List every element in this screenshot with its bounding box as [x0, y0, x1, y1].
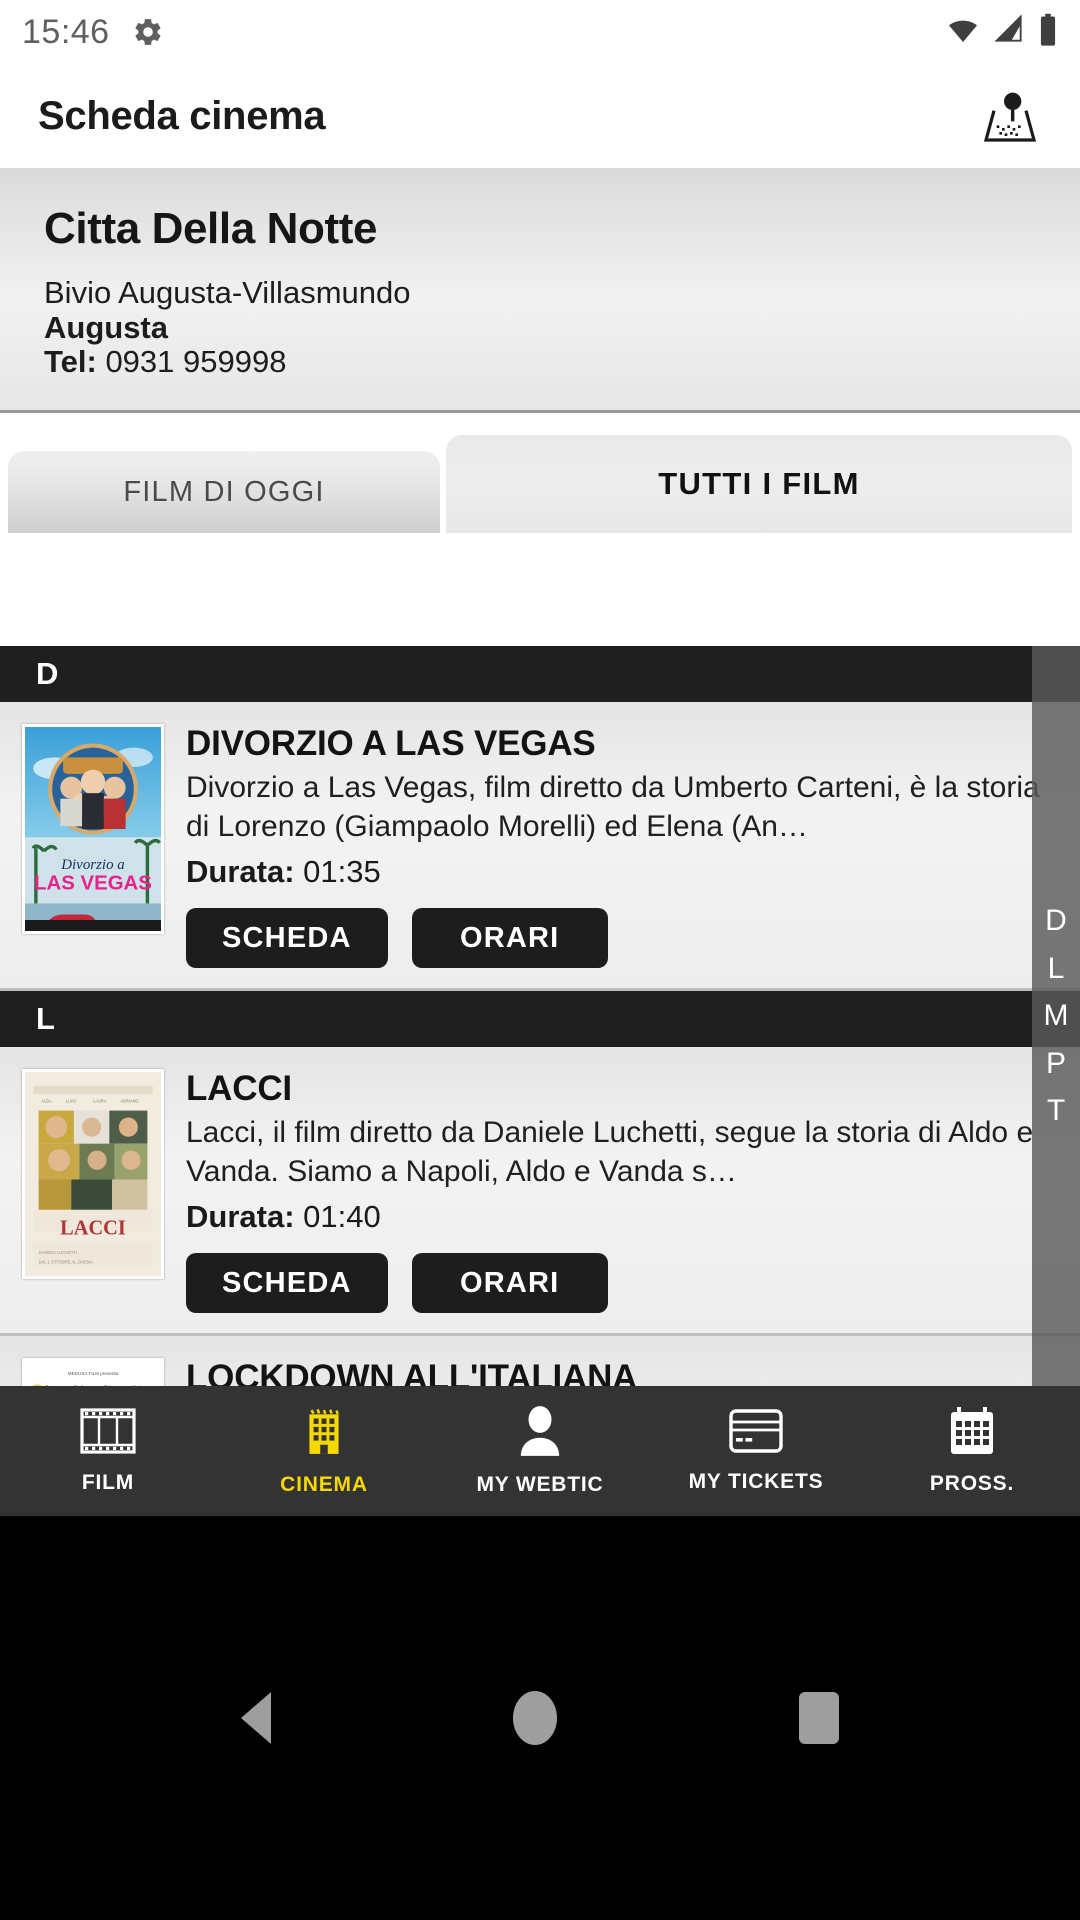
- page-title: Scheda cinema: [38, 93, 326, 138]
- person-icon: [517, 1405, 563, 1461]
- building-icon: [299, 1406, 349, 1461]
- movie-list-item[interactable]: ALBA LUIGI LAURA ADRIANO LACCI DANIELE L…: [0, 1047, 1080, 1336]
- svg-text:DAL 1 OTTOBRE AL CINEMA: DAL 1 OTTOBRE AL CINEMA: [39, 1260, 94, 1265]
- orari-button[interactable]: ORARI: [411, 1253, 608, 1313]
- nav-item-my-tickets[interactable]: MY TICKETS: [648, 1386, 864, 1516]
- svg-text:MEDUSA FILM presenta: MEDUSA FILM presenta: [68, 1371, 119, 1376]
- nav-item-my-webtic[interactable]: MY WEBTIC: [432, 1386, 648, 1516]
- cinema-telephone-label: Tel:: [44, 344, 97, 380]
- movie-title: LOCKDOWN ALL'ITALIANA: [186, 1358, 638, 1386]
- tab-tutti-i-film-label: TUTTI I FILM: [658, 466, 860, 501]
- movie-duration-value: 01:40: [303, 1199, 381, 1234]
- movie-info: LACCI Lacci, il film diretto da Daniele …: [164, 1069, 1080, 1313]
- alpha-index-letter[interactable]: L: [1048, 947, 1065, 991]
- android-navigation-bar: [0, 1516, 1080, 1920]
- card-icon: [729, 1408, 783, 1458]
- back-triangle-icon[interactable]: [241, 1692, 271, 1744]
- alpha-index-letter[interactable]: P: [1046, 1042, 1066, 1086]
- svg-text:ADRIANO: ADRIANO: [120, 1098, 139, 1103]
- movie-duration: Durata: 01:40: [186, 1199, 1060, 1235]
- app-bar: Scheda cinema: [0, 64, 1080, 168]
- scheda-button[interactable]: SCHEDA: [186, 908, 388, 968]
- recents-square-icon[interactable]: [799, 1692, 839, 1744]
- cinema-name: Citta Della Notte: [44, 204, 378, 253]
- signal-icon: [992, 13, 1028, 51]
- tab-tutti-i-film[interactable]: TUTTI I FILM: [446, 435, 1072, 533]
- movie-description: Lacci, il film diretto da Daniele Luchet…: [186, 1116, 1034, 1188]
- battery-icon: [1038, 13, 1058, 52]
- tab-film-di-oggi[interactable]: FILM DI OGGI: [8, 451, 440, 533]
- movie-info: LOCKDOWN ALL'ITALIANA Lockdown all'itali…: [164, 1358, 1080, 1386]
- nav-label-cinema: CINEMA: [280, 1472, 368, 1496]
- movie-actions: SCHEDA ORARI: [186, 1253, 1060, 1313]
- movie-duration-label: Durata:: [186, 1199, 295, 1234]
- movie-info: DIVORZIO A LAS VEGAS Divorzio a Las Vega…: [164, 724, 1080, 968]
- nav-item-film[interactable]: FILM: [0, 1386, 216, 1516]
- svg-text:LAURA: LAURA: [93, 1098, 107, 1103]
- lacci-poster: ALBA LUIGI LAURA ADRIANO LACCI DANIELE L…: [22, 1069, 164, 1279]
- movie-list[interactable]: D Divorzio a LAS VEGAS DIVORZIO A LAS VE…: [0, 646, 1080, 1386]
- status-bar-icons: [944, 13, 1058, 52]
- bottom-navigation: FILM CINEMA MY WEBTIC MY TICKETS PROSS.: [0, 1386, 1080, 1516]
- divorzio-a-las-vegas-poster: Divorzio a LAS VEGAS: [22, 724, 164, 934]
- status-bar-time: 15:46: [22, 12, 110, 51]
- section-header-d: D: [0, 646, 1080, 702]
- nav-label-prossimamente: PROSS.: [929, 1471, 1015, 1495]
- alphabet-index-scrollbar[interactable]: D L M P T: [1032, 646, 1080, 1386]
- movie-list-item[interactable]: MEDUSA FILM presenta EzioGreggio PaolaMi…: [0, 1336, 1080, 1386]
- nav-label-my-webtic: MY WEBTIC: [476, 1472, 604, 1496]
- section-letter: D: [36, 656, 59, 691]
- home-circle-icon[interactable]: [513, 1691, 557, 1745]
- svg-text:LUIGI: LUIGI: [66, 1098, 77, 1103]
- svg-text:DANIELE LUCHETTI: DANIELE LUCHETTI: [39, 1250, 77, 1255]
- svg-text:LAS VEGAS: LAS VEGAS: [34, 872, 152, 895]
- cinema-telephone-number: 0931 959998: [105, 344, 287, 380]
- scheda-button[interactable]: SCHEDA: [186, 1253, 388, 1313]
- status-bar: 15:46: [0, 0, 1080, 64]
- calendar-icon: [949, 1406, 995, 1460]
- movie-title: DIVORZIO A LAS VEGAS: [186, 724, 596, 763]
- cinema-telephone: Tel: 0931 959998: [44, 345, 1036, 380]
- movie-title: LACCI: [186, 1069, 292, 1108]
- movie-duration: Durata: 01:35: [186, 854, 1060, 890]
- cinema-address: Bivio Augusta-Villasmundo: [44, 275, 411, 310]
- wifi-icon: [944, 14, 982, 51]
- movie-list-item[interactable]: Divorzio a LAS VEGAS DIVORZIO A LAS VEGA…: [0, 702, 1080, 991]
- movie-description: Divorzio a Las Vegas, film diretto da Um…: [186, 771, 1040, 843]
- svg-text:LACCI: LACCI: [60, 1218, 126, 1240]
- movie-duration-label: Durata:: [186, 854, 295, 889]
- section-letter: L: [36, 1001, 55, 1036]
- alpha-index-letter[interactable]: M: [1044, 994, 1069, 1038]
- svg-text:ALBA: ALBA: [41, 1098, 52, 1103]
- tab-bar: FILM DI OGGI TUTTI I FILM: [0, 413, 1080, 533]
- alpha-index-letter[interactable]: T: [1047, 1089, 1065, 1133]
- cinema-info-panel: Citta Della Notte Bivio Augusta-Villasmu…: [0, 168, 1080, 413]
- gear-icon: [132, 16, 164, 48]
- orari-button[interactable]: ORARI: [411, 908, 608, 968]
- section-header-l: L: [0, 991, 1080, 1047]
- tab-film-di-oggi-label: FILM DI OGGI: [123, 475, 325, 508]
- nav-label-my-tickets: MY TICKETS: [688, 1469, 824, 1493]
- nav-label-film: FILM: [81, 1470, 135, 1494]
- nav-item-prossimamente[interactable]: PROSS.: [864, 1386, 1080, 1516]
- alpha-index-letter[interactable]: D: [1045, 899, 1067, 943]
- movie-actions: SCHEDA ORARI: [186, 908, 1060, 968]
- cinema-city: Augusta: [44, 309, 168, 345]
- film-strip-icon: [80, 1407, 136, 1459]
- nav-item-cinema[interactable]: CINEMA: [216, 1386, 432, 1516]
- map-pin-icon[interactable]: [978, 84, 1042, 148]
- movie-duration-value: 01:35: [303, 854, 381, 889]
- lockdown-allitaliana-poster: MEDUSA FILM presenta EzioGreggio PaolaMi…: [22, 1358, 164, 1386]
